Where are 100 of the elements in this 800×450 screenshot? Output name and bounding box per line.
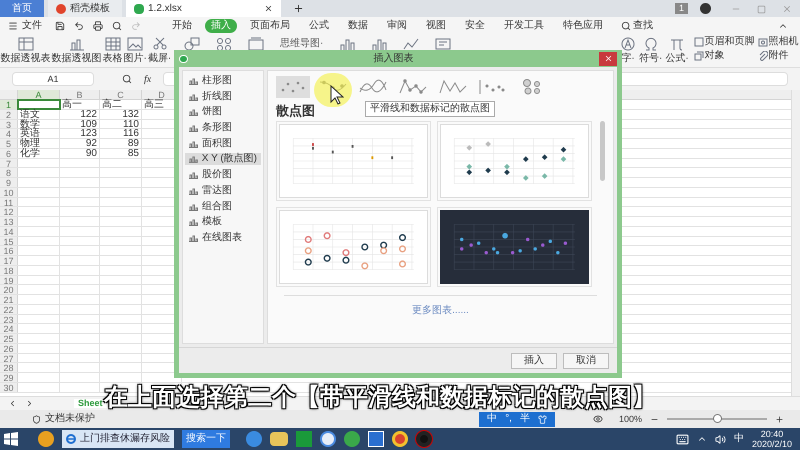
category-item[interactable]: 柱形图 [185,75,261,87]
zoom-icon[interactable] [122,74,132,84]
table-cell: 123 [60,129,100,138]
previous-sheet-icon[interactable] [8,399,17,408]
menu-tab[interactable]: 开发工具 [498,19,550,33]
browser-icon[interactable] [246,431,262,447]
text-box-icon[interactable] [435,37,452,51]
chart-category-icon [189,124,198,132]
document-app-icon[interactable] [368,431,384,447]
input-method-indicator[interactable]: 中 [734,434,744,444]
record-icon[interactable] [416,431,432,447]
scatter-chart-thumbnail[interactable] [279,210,428,284]
search-button[interactable]: 查找 [621,21,653,31]
bar-chart-icon[interactable] [339,37,356,51]
scrollbar-thumb[interactable] [600,121,605,181]
clock[interactable]: 20:40 2020/2/10 [752,429,792,449]
menu-tab[interactable]: 数据 [342,19,374,33]
file-menu[interactable]: 文件 [4,21,46,31]
row-number: 12 [0,207,18,216]
vertical-scrollbar[interactable] [791,90,800,396]
omega-icon [642,37,659,51]
cloud-icon[interactable] [320,431,336,447]
gallery-icon[interactable] [248,37,264,51]
undo-icon[interactable] [74,21,84,31]
pivot-table-icon [18,37,34,51]
function-label[interactable]: fx [144,72,152,86]
ribbon-button[interactable]: 照相机 [758,37,799,47]
icons-grid-icon[interactable] [216,37,232,51]
dialog-button[interactable]: 插入 [511,352,557,368]
ribbon-button[interactable]: 表格 [102,35,123,64]
document-tab[interactable]: 1.2.xlsx [126,0,281,17]
ribbon-button[interactable]: 截屏· [147,35,172,64]
name-box[interactable]: A1 [12,72,94,86]
chrome-icon[interactable] [392,431,408,447]
ribbon-button[interactable]: 数据透视表 [0,35,51,64]
category-item[interactable]: 条形图 [185,122,261,134]
category-item[interactable]: 在线图表 [185,232,261,244]
close-button[interactable] [599,52,617,66]
menu-tab[interactable]: 视图 [420,19,452,33]
print-preview-icon[interactable] [112,21,122,31]
menu-tab[interactable]: 公式 [303,19,335,33]
ribbon-button[interactable]: 图片· [123,35,148,64]
menu-tab[interactable]: 审阅 [381,19,413,33]
ribbon-button[interactable]: 数据透视图 [51,35,102,64]
ribbon-button[interactable]: 页眉和页脚 [694,37,755,47]
category-item[interactable]: X Y (散点图) [185,153,261,166]
keyboard-icon[interactable] [676,432,689,446]
shield-icon [32,414,41,424]
category-item[interactable]: 股价图 [185,169,261,182]
menu-tab[interactable]: 页面布局 [244,19,296,33]
table-cell: 数学 [18,120,60,128]
line-markers-icon [398,78,428,96]
document-tab[interactable]: 稻壳模板 [48,0,122,17]
input-method-bar[interactable]: 中 °, 半 [479,412,555,426]
category-item[interactable]: 模板 [185,216,261,228]
menu-tab[interactable]: 特色应用 [557,19,609,33]
search-button[interactable]: 搜索一下 [182,430,230,448]
dark-scatter-chart-thumbnail[interactable] [440,210,589,284]
volume-icon[interactable] [714,434,726,444]
column-header[interactable]: B [60,90,100,99]
category-item[interactable]: 组合图 [185,200,261,212]
category-item[interactable]: 折线图 [185,90,261,103]
mind-map-button[interactable]: 思维导图· [280,39,324,49]
menu-tab[interactable]: 开始 [166,19,198,33]
zoom-in-icon[interactable] [775,414,784,424]
save-icon[interactable] [55,21,65,31]
row-number: 20 [0,285,18,294]
avatar-icon[interactable] [700,3,711,14]
zoom-slider-thumb[interactable] [713,414,722,423]
ribbon-button[interactable]: 字· [620,37,636,64]
document-tab[interactable]: 首页 [0,0,44,17]
ribbon-button[interactable]: 符号· [639,37,662,64]
dialog-button[interactable]: 取消 [563,352,609,368]
browser-icon[interactable] [344,431,360,447]
ribbon-button[interactable]: 附件 [758,51,799,61]
table-icon [104,37,120,51]
close-icon[interactable] [264,4,273,13]
next-sheet-icon[interactable] [25,399,34,408]
eye-icon[interactable] [592,414,603,424]
taskbar-window-button[interactable]: 上门排查休漏存风险 [62,430,174,448]
windows-start-icon[interactable] [4,432,18,446]
ribbon-button[interactable]: 公式· [665,37,689,64]
app-icon[interactable] [38,431,54,447]
shapes-icon[interactable] [184,37,200,51]
folder-icon[interactable] [270,432,288,446]
bar-chart-icon[interactable] [371,37,388,51]
column-header[interactable]: C [100,90,142,99]
scatter-chart-thumbnail[interactable] [440,124,589,198]
pi-icon [669,37,686,51]
category-item[interactable]: 面积图 [185,138,261,150]
scatter-chart-thumbnail[interactable] [279,124,428,198]
new-tab-icon[interactable] [293,3,304,14]
line-chart-icon[interactable] [403,37,420,51]
table-cell: 物理 [18,139,60,148]
menu-tab[interactable]: 安全 [459,19,491,33]
print-icon[interactable] [93,21,103,31]
category-item[interactable]: 雷达图 [185,184,261,197]
category-item[interactable]: 饼图 [185,106,261,118]
ribbon-button[interactable]: 对象 [694,51,755,61]
selected-cell[interactable] [18,100,60,109]
